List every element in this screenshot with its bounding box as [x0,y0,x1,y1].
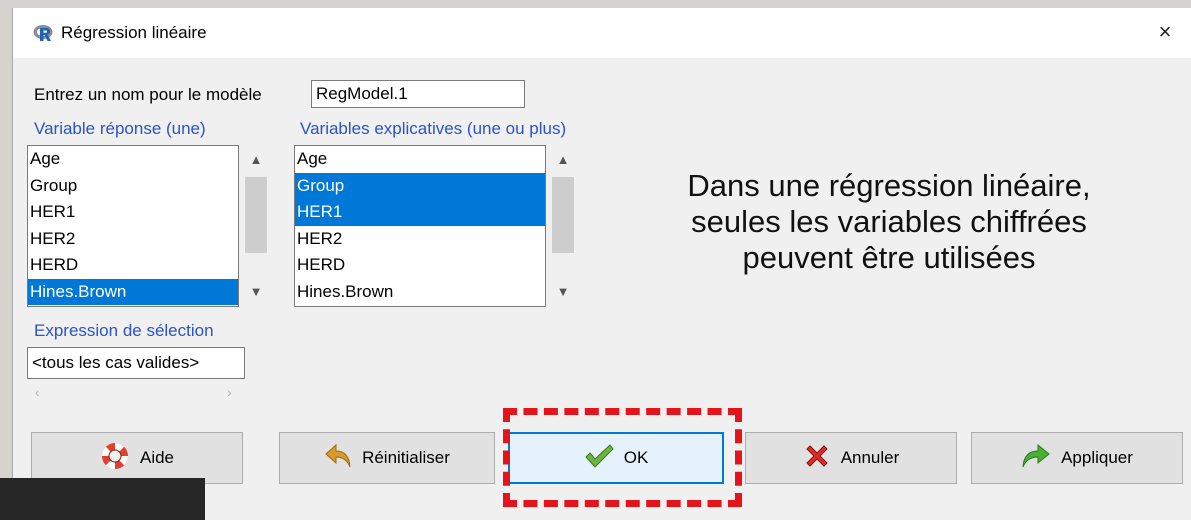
scrollbar-thumb[interactable] [552,177,574,253]
list-item[interactable]: HER2 [28,226,238,253]
model-name-input[interactable] [311,80,525,108]
explanatory-listbox-scrollbar[interactable]: ▲ ▼ [546,145,580,307]
reset-button[interactable]: Réinitialiser [279,432,495,484]
scroll-down-icon[interactable]: ▼ [239,281,273,303]
ok-button-label: OK [623,448,649,467]
list-item[interactable]: Age [295,146,545,173]
apply-button-label: Appliquer [1061,448,1133,467]
scroll-left-icon[interactable]: ‹ [35,384,40,400]
lifebuoy-icon [100,441,130,476]
scroll-down-icon[interactable]: ▼ [546,281,580,303]
response-variable-label: Variable réponse (une) [34,119,206,138]
list-item[interactable]: HERD [28,252,238,279]
cancel-button-label: Annuler [840,448,900,467]
cancel-button[interactable]: Annuler [745,432,957,484]
list-item[interactable]: HER1 [28,199,238,226]
selection-expression-label: Expression de sélection [34,321,214,340]
model-name-label: Entrez un nom pour le modèle [34,85,262,104]
list-item[interactable]: HERD [295,252,545,279]
checkmark-icon [584,443,614,474]
window-title: Régression linéaire [61,23,207,42]
scroll-up-icon[interactable]: ▲ [546,149,580,171]
scroll-up-icon[interactable]: ▲ [239,149,273,171]
scroll-right-icon[interactable]: › [227,384,232,400]
redo-arrow-icon [1021,443,1051,474]
list-item[interactable]: Group [28,173,238,200]
explanatory-variables-listbox[interactable]: Age Group HER1 HER2 HERD Hines.Brown [294,145,546,307]
list-item[interactable]: Hines.Brown [295,279,545,306]
list-item[interactable]: HER2 [295,226,545,253]
reset-button-label: Réinitialiser [362,448,450,467]
help-button[interactable]: Aide [31,432,243,484]
response-listbox-scrollbar[interactable]: ▲ ▼ [239,145,273,307]
response-variable-listbox[interactable]: Age Group HER1 HER2 HERD Hines.Brown [27,145,239,307]
apply-button[interactable]: Appliquer [971,432,1183,484]
selection-expression-input[interactable] [27,347,245,379]
annotation-line: peuvent être utilisées [742,240,1036,275]
title-bar: Régression linéaire × [13,8,1191,58]
scrollbar-thumb[interactable] [245,177,267,253]
annotation-text: Dans une régression linéaire, seules les… [609,168,1169,276]
list-item[interactable]: HER1 [295,199,545,226]
help-button-label: Aide [139,448,175,467]
annotation-line: seules les variables chiffrées [691,204,1087,239]
annotation-line: Dans une régression linéaire, [687,168,1091,203]
red-x-icon [803,442,831,475]
close-button[interactable]: × [1151,18,1179,46]
list-item[interactable]: Age [28,146,238,173]
ok-button[interactable]: OK [508,432,724,484]
dialog-window: Régression linéaire × Entrez un nom pour… [12,8,1191,520]
dark-overlay-corner [0,478,205,520]
list-item[interactable]: Group [295,172,545,199]
r-logo-icon [33,24,55,42]
list-item[interactable]: Hines.Brown [28,278,238,305]
undo-arrow-icon [324,443,352,474]
explanatory-variables-label: Variables explicatives (une ou plus) [300,119,567,138]
